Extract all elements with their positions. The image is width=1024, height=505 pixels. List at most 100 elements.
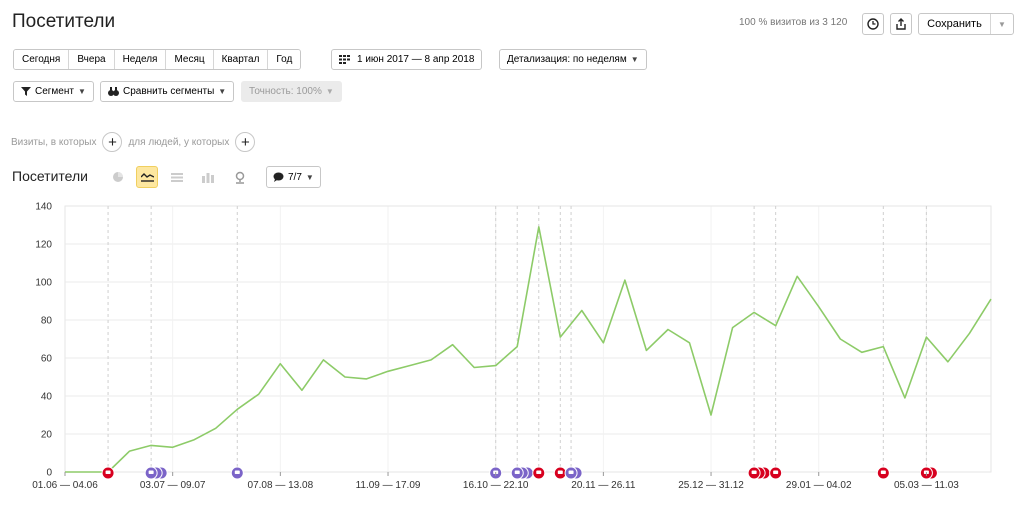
map-pin-icon bbox=[235, 171, 245, 184]
bar-chart-icon bbox=[202, 172, 214, 183]
annotation-marker-glyph bbox=[105, 470, 111, 474]
data-point bbox=[300, 389, 303, 392]
series-line bbox=[65, 226, 992, 473]
export-button[interactable] bbox=[890, 13, 912, 35]
visitors-line-chart: 0 20 40 60 80 100 120 140 01.06 — 04.06 03.07 — … bbox=[32, 202, 993, 491]
date-range-button[interactable]: 1 июн 2017 — 8 апр 2018 bbox=[331, 49, 483, 70]
compare-segments-dropdown[interactable]: Сравнить сегменты ▼ bbox=[100, 81, 235, 102]
data-point bbox=[753, 311, 756, 314]
history-button[interactable] bbox=[862, 13, 884, 35]
chevron-down-icon[interactable]: ▼ bbox=[991, 14, 1013, 34]
calendar-icon bbox=[339, 55, 350, 64]
data-point bbox=[128, 450, 131, 453]
filter-icon bbox=[21, 87, 31, 96]
data-point bbox=[925, 336, 928, 339]
accuracy-label: Точность: 100% bbox=[249, 86, 322, 97]
visits-filter-label: Визиты, в которых bbox=[11, 136, 97, 148]
y-tick-label: 140 bbox=[35, 202, 52, 213]
map-view-button[interactable] bbox=[229, 166, 251, 188]
data-point bbox=[882, 345, 885, 348]
y-tick-label: 40 bbox=[41, 392, 53, 403]
y-tick-label: 20 bbox=[41, 430, 53, 441]
x-tick-label: 07.08 — 13.08 bbox=[248, 480, 314, 491]
annotation-marker-glyph bbox=[568, 470, 574, 474]
bar-chart-view-button[interactable] bbox=[197, 166, 219, 188]
segment-dropdown[interactable]: Сегмент ▼ bbox=[13, 81, 94, 102]
period-week[interactable]: Неделя bbox=[114, 50, 167, 69]
period-yesterday[interactable]: Вчера bbox=[69, 50, 115, 69]
compare-icon bbox=[108, 86, 119, 96]
data-point bbox=[430, 359, 433, 362]
chevron-down-icon: ▼ bbox=[77, 87, 86, 96]
x-tick-label: 03.07 — 09.07 bbox=[140, 480, 206, 491]
data-point bbox=[580, 309, 583, 312]
chevron-down-icon: ▼ bbox=[325, 87, 334, 96]
data-point bbox=[774, 324, 777, 327]
annotation-marker-glyph bbox=[234, 470, 240, 474]
y-tick-label: 80 bbox=[41, 316, 53, 327]
save-button[interactable]: Сохранить ▼ bbox=[918, 13, 1014, 35]
data-point bbox=[473, 366, 476, 369]
accuracy-dropdown[interactable]: Точность: 100% ▼ bbox=[241, 81, 342, 102]
y-tick-label: 120 bbox=[35, 240, 52, 251]
annotation-marker-glyph bbox=[773, 470, 779, 474]
period-today[interactable]: Сегодня bbox=[14, 50, 70, 69]
x-tick-label: 29.01 — 04.02 bbox=[786, 480, 852, 491]
data-point bbox=[602, 341, 605, 344]
chevron-down-icon: ▼ bbox=[630, 55, 639, 64]
data-point bbox=[968, 332, 971, 335]
data-point bbox=[344, 376, 347, 379]
data-point bbox=[903, 397, 906, 400]
data-point bbox=[214, 427, 217, 430]
period-quarter[interactable]: Квартал bbox=[213, 50, 269, 69]
data-point bbox=[559, 336, 562, 339]
data-point bbox=[193, 438, 196, 441]
add-visit-filter-button[interactable]: + bbox=[102, 132, 123, 152]
notes-count: 7/7 bbox=[288, 171, 302, 183]
data-point bbox=[667, 328, 670, 331]
data-point bbox=[85, 471, 88, 474]
export-icon bbox=[896, 18, 906, 30]
line-chart-view-button[interactable] bbox=[136, 166, 158, 188]
data-point bbox=[731, 326, 734, 329]
detail-label: Детализация: по неделям bbox=[507, 54, 627, 65]
data-point bbox=[408, 364, 411, 367]
data-point bbox=[688, 341, 691, 344]
data-point bbox=[990, 298, 993, 301]
page-title: Посетители bbox=[12, 11, 116, 32]
pie-chart-view-button[interactable] bbox=[107, 166, 129, 188]
notes-dropdown[interactable]: 7/7 ▼ bbox=[266, 166, 321, 188]
chevron-down-icon: ▼ bbox=[218, 87, 227, 96]
area-chart-view-button[interactable] bbox=[166, 166, 188, 188]
period-year[interactable]: Год bbox=[268, 50, 301, 69]
annotation-marker-glyph bbox=[536, 470, 542, 474]
x-tick-label: 25.12 — 31.12 bbox=[678, 480, 744, 491]
data-point bbox=[257, 393, 260, 396]
data-point bbox=[947, 360, 950, 363]
plot-border bbox=[64, 205, 992, 473]
annotation-marker-glyph bbox=[514, 470, 520, 474]
data-point bbox=[537, 226, 540, 229]
chart-title: Посетители bbox=[12, 168, 88, 184]
period-selector: Сегодня Вчера Неделя Месяц Квартал Год bbox=[13, 49, 302, 70]
annotation-marker-glyph bbox=[148, 470, 154, 474]
data-point bbox=[236, 408, 239, 411]
segment-label: Сегмент bbox=[35, 86, 74, 97]
clock-icon bbox=[867, 18, 879, 30]
y-tick-label: 0 bbox=[46, 468, 52, 479]
data-point bbox=[817, 305, 820, 308]
line-chart-icon bbox=[140, 173, 154, 182]
period-month[interactable]: Месяц bbox=[166, 50, 214, 69]
x-tick-label: 16.10 — 22.10 bbox=[463, 480, 529, 491]
add-people-filter-button[interactable]: + bbox=[235, 132, 256, 152]
x-tick-label: 01.06 — 04.06 bbox=[32, 480, 98, 491]
filters-row: Визиты, в которых + для людей, у которых… bbox=[11, 132, 261, 152]
visits-info: 100 % визитов из 3 120 bbox=[739, 17, 848, 28]
y-tick-label: 100 bbox=[35, 278, 52, 289]
data-point bbox=[451, 343, 454, 346]
save-label: Сохранить bbox=[919, 14, 991, 34]
data-point bbox=[839, 338, 842, 341]
chevron-down-icon: ▼ bbox=[305, 172, 314, 182]
comment-icon bbox=[273, 172, 284, 182]
detail-dropdown[interactable]: Детализация: по неделям ▼ bbox=[499, 49, 647, 70]
